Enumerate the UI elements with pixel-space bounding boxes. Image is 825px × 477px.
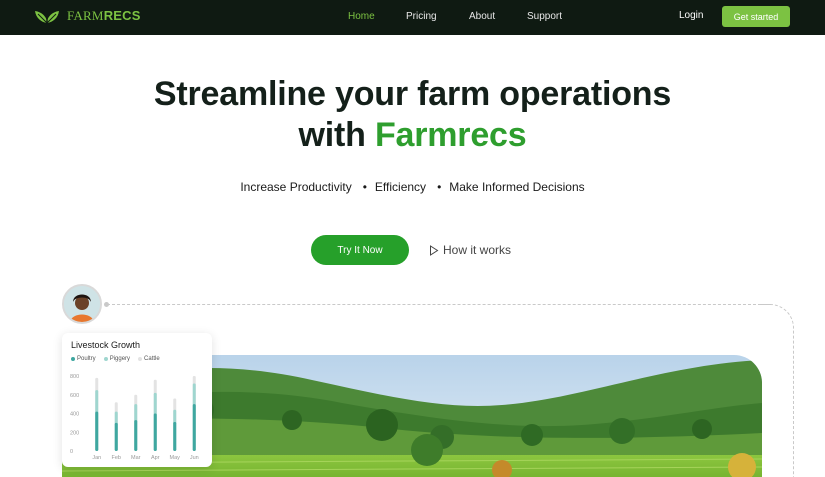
legend-piggery: Piggery	[103, 356, 130, 362]
nav-pricing-link[interactable]: Pricing	[406, 11, 437, 22]
y-tick-label: 200	[70, 430, 79, 436]
bullet-dot-icon: •	[362, 180, 367, 194]
chart-legend: Poultry Piggery Cattle	[71, 356, 160, 362]
bar-poultry-jan	[95, 411, 99, 451]
hero-title-line2: with Farmrecs	[298, 116, 527, 154]
bullet-efficiency: Efficiency	[374, 180, 427, 194]
legend-cattle-swatch	[138, 357, 143, 361]
brand-logo[interactable]: FARMRECS	[33, 8, 141, 24]
top-navbar: FARMRECS Home Pricing About Support Logi…	[0, 0, 825, 35]
y-tick-label: 800	[70, 374, 79, 380]
livestock-bar-chart: 0 200 400 600 800 Jan Feb Mar Apr May Jun	[70, 374, 199, 461]
x-tick-label: Apr	[151, 455, 160, 461]
how-it-works-label: How it works	[443, 243, 512, 257]
bar-poultry-mar	[134, 420, 138, 451]
legend-poultry: Poultry	[71, 356, 96, 362]
bar-poultry-may	[173, 421, 177, 451]
nav-home-link[interactable]: Home	[348, 11, 375, 22]
dashed-frame-corner	[760, 304, 794, 477]
legend-cattle: Cattle	[138, 356, 160, 362]
x-tick-label: May	[170, 455, 181, 461]
brand-name: FARMRECS	[67, 8, 141, 23]
y-tick-label: 600	[70, 393, 79, 399]
x-tick-label: Jun	[190, 455, 199, 461]
legend-poultry-swatch	[71, 357, 75, 361]
bullet-productivity: Increase Productivity	[240, 180, 352, 194]
livestock-growth-card: Livestock Growth Poultry Piggery Cattle …	[62, 333, 212, 467]
chart-title: Livestock Growth	[71, 340, 141, 350]
x-tick-label: Jan	[92, 455, 101, 461]
y-tick-label: 400	[70, 412, 79, 418]
bar-poultry-feb	[114, 422, 118, 451]
x-tick-label: Feb	[112, 455, 121, 461]
bullet-decisions: Make Informed Decisions	[449, 180, 585, 194]
hero-title: Streamline your farm operations with Far…	[0, 74, 825, 156]
bullet-dot-icon: •	[437, 180, 442, 194]
hero-title-line1: Streamline your farm operations	[153, 75, 672, 113]
login-link[interactable]: Login	[679, 10, 703, 21]
nav-about-link[interactable]: About	[469, 11, 495, 22]
x-tick-label: Mar	[131, 455, 141, 461]
hero-bullets: Increase Productivity • Efficiency • Make In…	[0, 180, 825, 194]
play-icon	[430, 244, 439, 256]
hero-title-highlight: Farmrecs	[374, 116, 527, 154]
user-avatar	[62, 284, 102, 324]
nav-support-link[interactable]: Support	[527, 11, 562, 22]
try-it-now-button[interactable]: Try It Now	[311, 235, 409, 265]
leaf-logo-icon	[35, 11, 59, 24]
dashed-connector	[107, 304, 771, 305]
how-it-works-button[interactable]: How it works	[429, 242, 511, 258]
bar-poultry-apr	[153, 413, 157, 451]
legend-piggery-swatch	[103, 357, 108, 361]
bar-poultry-jun	[192, 404, 196, 451]
y-tick-label: 0	[70, 449, 73, 455]
get-started-button[interactable]: Get started	[722, 6, 790, 27]
